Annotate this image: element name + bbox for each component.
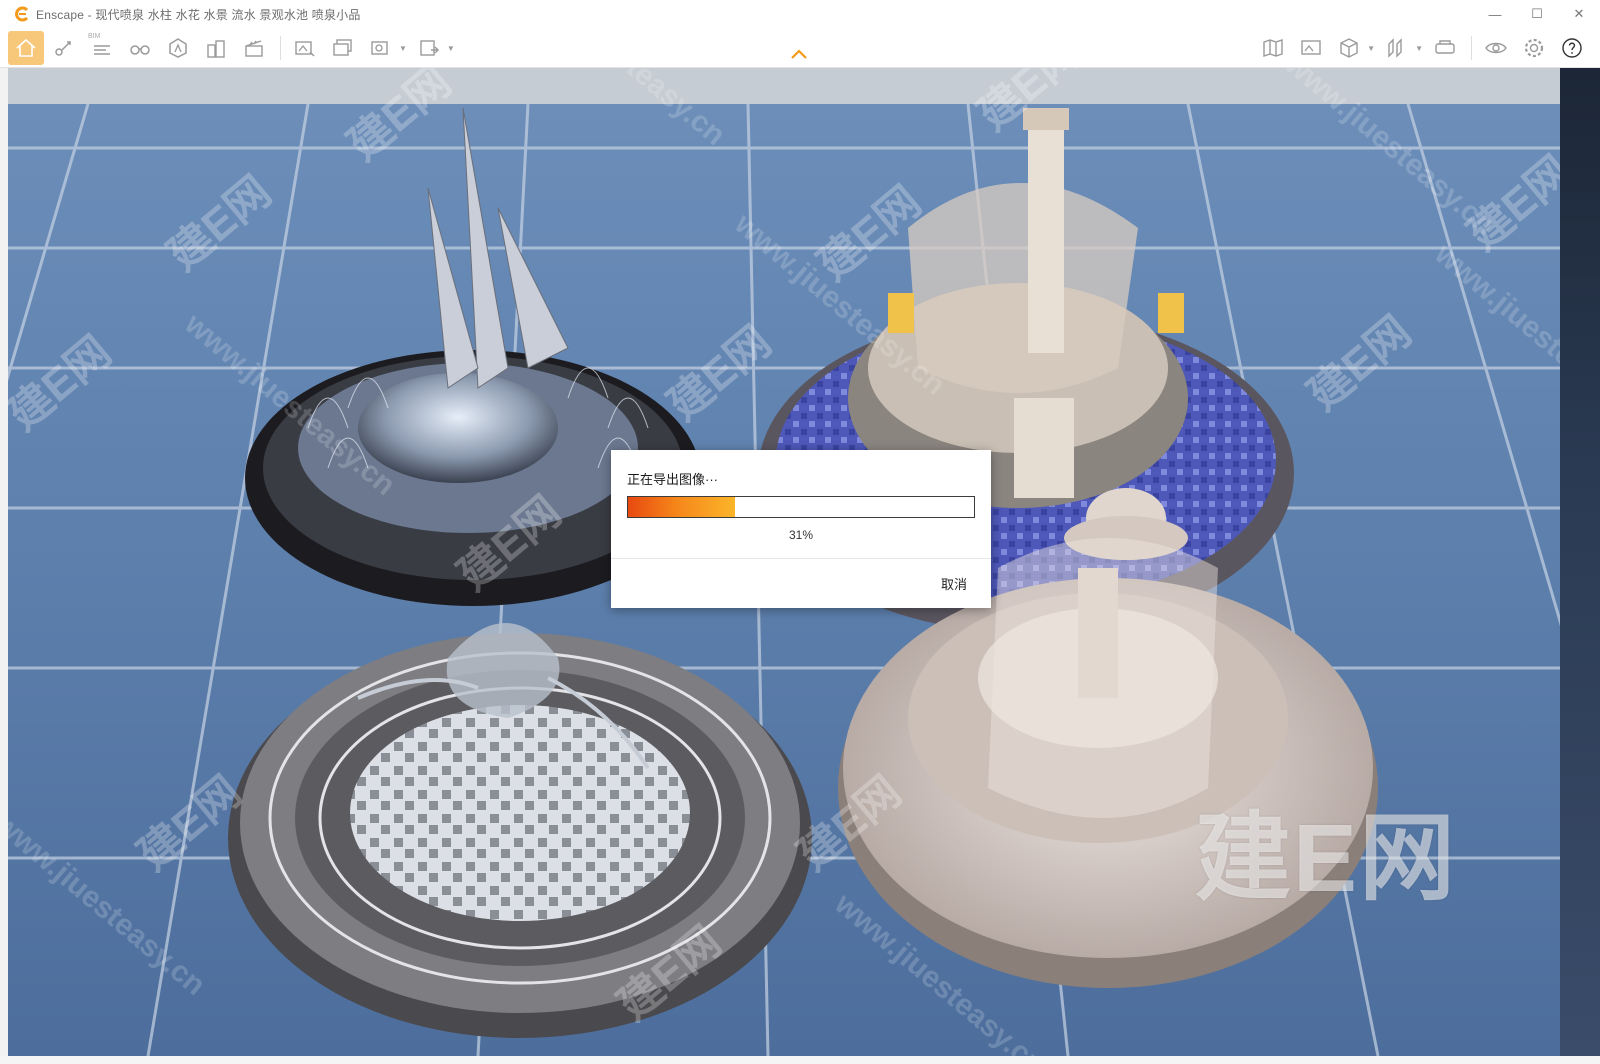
bim-label: BIM [88,33,101,40]
toolbar: BIM ▼ ▼ ▼ ▼ [0,28,1600,68]
chevron-down-icon[interactable]: ▼ [447,44,455,53]
home-icon [16,38,36,57]
export-exe-icon [420,40,439,56]
settings-icon [1524,38,1544,58]
assets-icon [169,38,187,58]
assets-button[interactable] [160,31,196,65]
bim-info-button[interactable]: BIM [84,31,120,65]
help-button[interactable] [1554,31,1590,65]
window-title: Enscape - 现代喷泉 水柱 水花 水景 流水 景观水池 喷泉小品 [36,7,361,22]
buildings-button[interactable] [198,31,234,65]
screen-button[interactable] [1293,31,1329,65]
export-image-icon [295,41,315,57]
title-bar: Enscape - 现代喷泉 水柱 水花 水景 流水 景观水池 喷泉小品 — ☐… [0,0,1600,28]
chevron-down-icon[interactable]: ▼ [1367,44,1375,53]
enscape-logo-icon [15,6,29,22]
video-path-button[interactable] [46,31,82,65]
binoculars-button[interactable] [122,31,158,65]
close-button[interactable]: ✕ [1558,0,1600,28]
map-button[interactable] [1255,31,1291,65]
cube-icon [1340,38,1358,58]
cancel-button[interactable]: 取消 [941,574,967,593]
visibility-button[interactable] [1478,31,1514,65]
clapper-icon [245,40,263,57]
progress-bar [627,496,975,518]
maximize-button[interactable]: ☐ [1516,0,1558,28]
export-progress-dialog: 正在导出图像··· 31% 取消 [611,450,991,608]
clapper-button[interactable] [236,31,272,65]
toolbar-separator [280,36,281,60]
toolbar-left-group: BIM ▼ ▼ [8,31,459,65]
collapse-toolbar-icon[interactable] [790,48,808,60]
window-controls: — ☐ ✕ [1474,0,1600,28]
vr-button[interactable] [1427,31,1463,65]
export-exe-button[interactable] [411,31,447,65]
progress-fill [628,497,736,517]
settings-button[interactable] [1516,31,1552,65]
video-path-icon [55,41,71,56]
binoculars-icon [130,45,150,55]
chevron-down-icon[interactable]: ▼ [1415,44,1423,53]
batch-render-icon [333,39,352,56]
minimize-button[interactable]: — [1474,0,1516,28]
export-image-button[interactable] [287,31,323,65]
help-icon [1562,38,1582,58]
map-icon [1263,39,1283,57]
cube-button[interactable] [1331,31,1367,65]
buildings-icon [207,40,225,58]
right-edge-strip [1560,68,1600,1064]
chevron-down-icon[interactable]: ▼ [399,44,407,53]
section-icon [1388,38,1402,58]
visibility-icon [1485,42,1507,54]
dialog-title: 正在导出图像··· [627,472,718,487]
screen-icon [1301,40,1321,55]
dialog-divider [611,558,991,559]
vr-icon [1435,40,1455,54]
home-button[interactable] [8,31,44,65]
bottom-edge-strip [0,1056,1600,1064]
section-button[interactable] [1379,31,1415,65]
toolbar-separator [1471,36,1472,60]
export-panorama-button[interactable] [363,31,399,65]
enscape-window: Enscape - 现代喷泉 水柱 水花 水景 流水 景观水池 喷泉小品 — ☐… [0,0,1600,1064]
progress-percent: 31% [788,528,814,542]
toolbar-right-group: ▼ ▼ [1255,31,1592,65]
left-edge-strip [0,68,8,1064]
batch-render-button[interactable] [325,31,361,65]
export-panorama-icon [371,41,388,55]
